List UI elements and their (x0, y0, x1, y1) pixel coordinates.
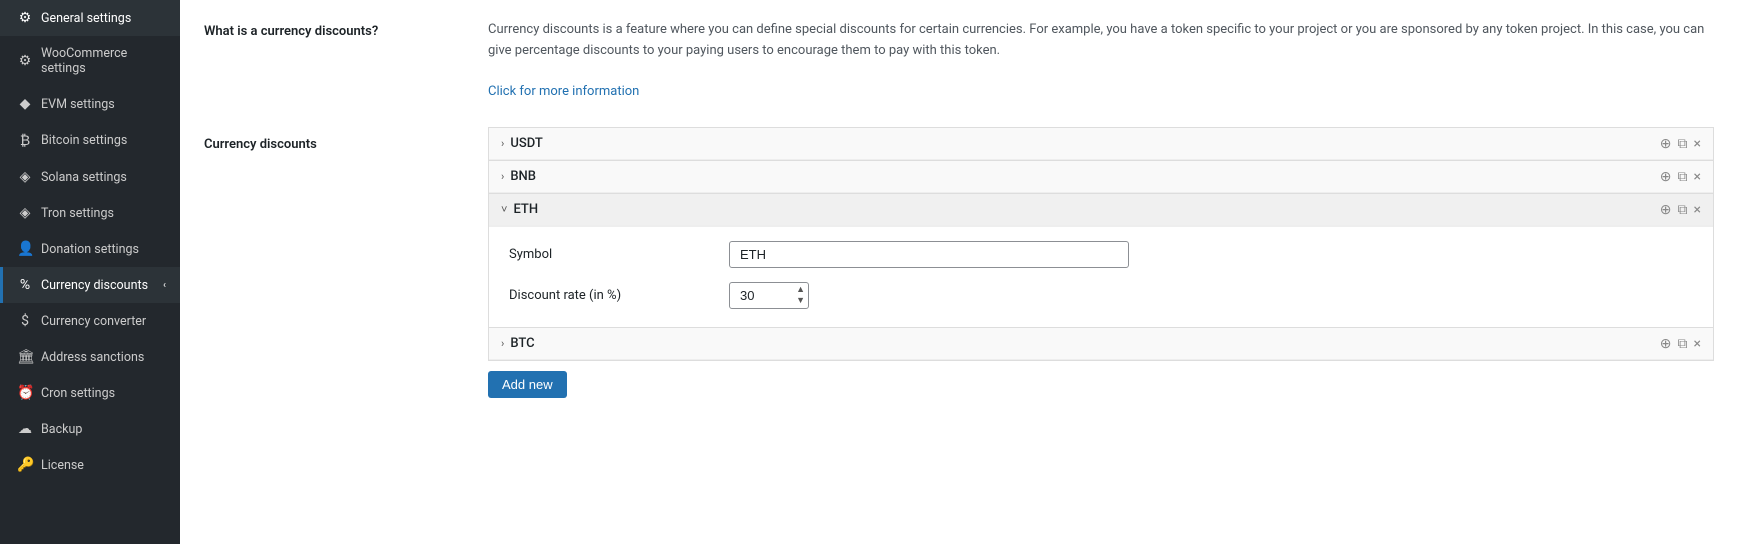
accordion-header-usdt[interactable]: › USDT⊕ ⧉ × (489, 128, 1713, 160)
accordion-container: ? ›USDT⊕⧉×›BNB⊕⧉×˅ETH⊕⧉×SymbolDiscount r… (488, 127, 1714, 398)
accordion-title-eth: ETH (513, 202, 1659, 217)
sidebar-item-label-bitcoin-settings: Bitcoin settings (41, 133, 127, 148)
sidebar-item-label-tron-settings: Tron settings (41, 206, 114, 221)
active-arrow-icon: ‹ (163, 280, 166, 291)
sidebar-item-label-address-sanctions: Address sanctions (41, 350, 144, 365)
info-description: Currency discounts is a feature where yo… (488, 20, 1714, 103)
sidebar-item-label-license: License (41, 458, 84, 473)
sidebar-item-label-currency-converter: Currency converter (41, 314, 146, 329)
spinners-eth-discount: ▲▼ (794, 285, 807, 307)
accordion-header-eth[interactable]: ˅ ETH⊕ ⧉ × (489, 194, 1713, 226)
form-row-eth-symbol: Symbol (509, 241, 1693, 268)
copy-icon-bnb[interactable]: ⧉ (1678, 170, 1688, 184)
sidebar-item-address-sanctions[interactable]: 🏛 Address sanctions (0, 339, 180, 375)
info-link[interactable]: Click for more information (488, 84, 639, 99)
sidebar-item-backup[interactable]: ☁ Backup (0, 411, 180, 447)
info-description-text: Currency discounts is a feature where yo… (488, 22, 1704, 58)
copy-icon-usdt[interactable]: ⧉ (1678, 137, 1688, 151)
add-icon-btc[interactable]: ⊕ (1660, 337, 1672, 351)
solana-settings-icon: ◈ (17, 169, 33, 185)
sidebar-item-general-settings[interactable]: ⚙ General settings (0, 0, 180, 36)
close-icon-btc[interactable]: × (1694, 337, 1701, 351)
accordion-header-btc[interactable]: › BTC⊕ ⧉ × (489, 328, 1713, 360)
number-input-wrap-eth-discount: ▲▼ (729, 282, 809, 309)
sidebar: ⚙ General settings ⚙ WooCommerce settings ◆ E… (0, 0, 180, 544)
input-eth-symbol[interactable] (729, 241, 1129, 268)
chevron-right-icon: › (501, 170, 504, 183)
sidebar-item-evm-settings[interactable]: ◆ EVM settings (0, 86, 180, 122)
accordion-header-bnb[interactable]: › BNB⊕ ⧉ × (489, 161, 1713, 193)
sidebar-item-woocommerce-settings[interactable]: ⚙ WooCommerce settings (0, 36, 180, 86)
add-new-button[interactable]: Add new (488, 371, 567, 398)
accordion-body-eth: Symbol Discount rate (in %) ▲▼ (489, 226, 1713, 327)
copy-icon-btc[interactable]: ⧉ (1678, 337, 1688, 351)
sidebar-item-currency-discounts[interactable]: % Currency discounts ‹ (0, 267, 180, 303)
accordion-title-bnb: BNB (510, 169, 1659, 184)
sidebar-item-label-solana-settings: Solana settings (41, 170, 127, 185)
form-label-eth-discount: Discount rate (in %) (509, 288, 729, 303)
sidebar-item-currency-converter[interactable]: $ Currency converter (0, 303, 180, 339)
close-icon-bnb[interactable]: × (1694, 170, 1701, 184)
sidebar-item-label-evm-settings: EVM settings (41, 97, 115, 112)
sidebar-item-bitcoin-settings[interactable]: ₿ Bitcoin settings (0, 122, 180, 159)
info-question: What is a currency discounts? (204, 20, 464, 103)
info-section: What is a currency discounts? Currency d… (204, 20, 1714, 103)
sidebar-item-cron-settings[interactable]: ⏰ Cron settings (0, 375, 180, 411)
accordion-actions-bnb: ⊕ ⧉ × (1660, 170, 1701, 184)
cron-settings-icon: ⏰ (17, 385, 33, 401)
accordion-usdt: › USDT⊕ ⧉ × (488, 127, 1714, 161)
donation-settings-icon: 👤 (17, 241, 33, 257)
evm-settings-icon: ◆ (17, 96, 33, 112)
close-icon-eth[interactable]: × (1694, 203, 1701, 217)
accordion-actions-eth: ⊕ ⧉ × (1660, 203, 1701, 217)
general-settings-icon: ⚙ (17, 10, 33, 26)
accordion-bnb: › BNB⊕ ⧉ × (488, 161, 1714, 194)
add-icon-usdt[interactable]: ⊕ (1660, 137, 1672, 151)
add-icon-eth[interactable]: ⊕ (1660, 203, 1672, 217)
copy-icon-eth[interactable]: ⧉ (1678, 203, 1688, 217)
bitcoin-settings-icon: ₿ (17, 132, 33, 149)
form-row-eth-discount: Discount rate (in %) ▲▼ (509, 282, 1693, 309)
form-label-eth-symbol: Symbol (509, 247, 729, 262)
main-content: What is a currency discounts? Currency d… (180, 0, 1738, 544)
accordion-btc: › BTC⊕ ⧉ × (488, 328, 1714, 361)
sidebar-item-label-currency-discounts: Currency discounts (41, 278, 148, 293)
accordion-actions-usdt: ⊕ ⧉ × (1660, 137, 1701, 151)
backup-icon: ☁ (17, 421, 33, 437)
add-icon-bnb[interactable]: ⊕ (1660, 170, 1672, 184)
chevron-down-icon: ˅ (501, 203, 507, 216)
accordion-eth: ˅ ETH⊕ ⧉ × Symbol Discount rate (in %) ▲▼ (488, 194, 1714, 328)
spinner-up-eth-discount[interactable]: ▲ (794, 285, 807, 296)
woocommerce-settings-icon: ⚙ (17, 53, 33, 69)
sidebar-item-solana-settings[interactable]: ◈ Solana settings (0, 159, 180, 195)
accordion-actions-btc: ⊕ ⧉ × (1660, 337, 1701, 351)
currency-discounts-section: Currency discounts ? ›USDT⊕⧉×›BNB⊕⧉×˅ETH… (204, 127, 1714, 398)
sidebar-item-label-donation-settings: Donation settings (41, 242, 139, 257)
license-icon: 🔑 (17, 457, 33, 473)
sidebar-item-donation-settings[interactable]: 👤 Donation settings (0, 231, 180, 267)
close-icon-usdt[interactable]: × (1694, 137, 1701, 151)
tron-settings-icon: ◈ (17, 205, 33, 221)
accordion-title-btc: BTC (510, 336, 1659, 351)
currency-discounts-icon: % (17, 277, 33, 293)
currency-converter-icon: $ (17, 313, 33, 329)
sidebar-item-label-backup: Backup (41, 422, 82, 437)
sidebar-item-label-general-settings: General settings (41, 11, 131, 26)
sidebar-item-tron-settings[interactable]: ◈ Tron settings (0, 195, 180, 231)
accordion-title-usdt: USDT (510, 136, 1659, 151)
sidebar-item-license[interactable]: 🔑 License (0, 447, 180, 483)
chevron-right-icon: › (501, 137, 504, 150)
spinner-down-eth-discount[interactable]: ▼ (794, 296, 807, 307)
address-sanctions-icon: 🏛 (17, 349, 33, 365)
section-label: Currency discounts (204, 127, 464, 398)
chevron-right-icon: › (501, 337, 504, 350)
sidebar-item-label-woocommerce-settings: WooCommerce settings (41, 46, 166, 76)
sidebar-item-label-cron-settings: Cron settings (41, 386, 115, 401)
